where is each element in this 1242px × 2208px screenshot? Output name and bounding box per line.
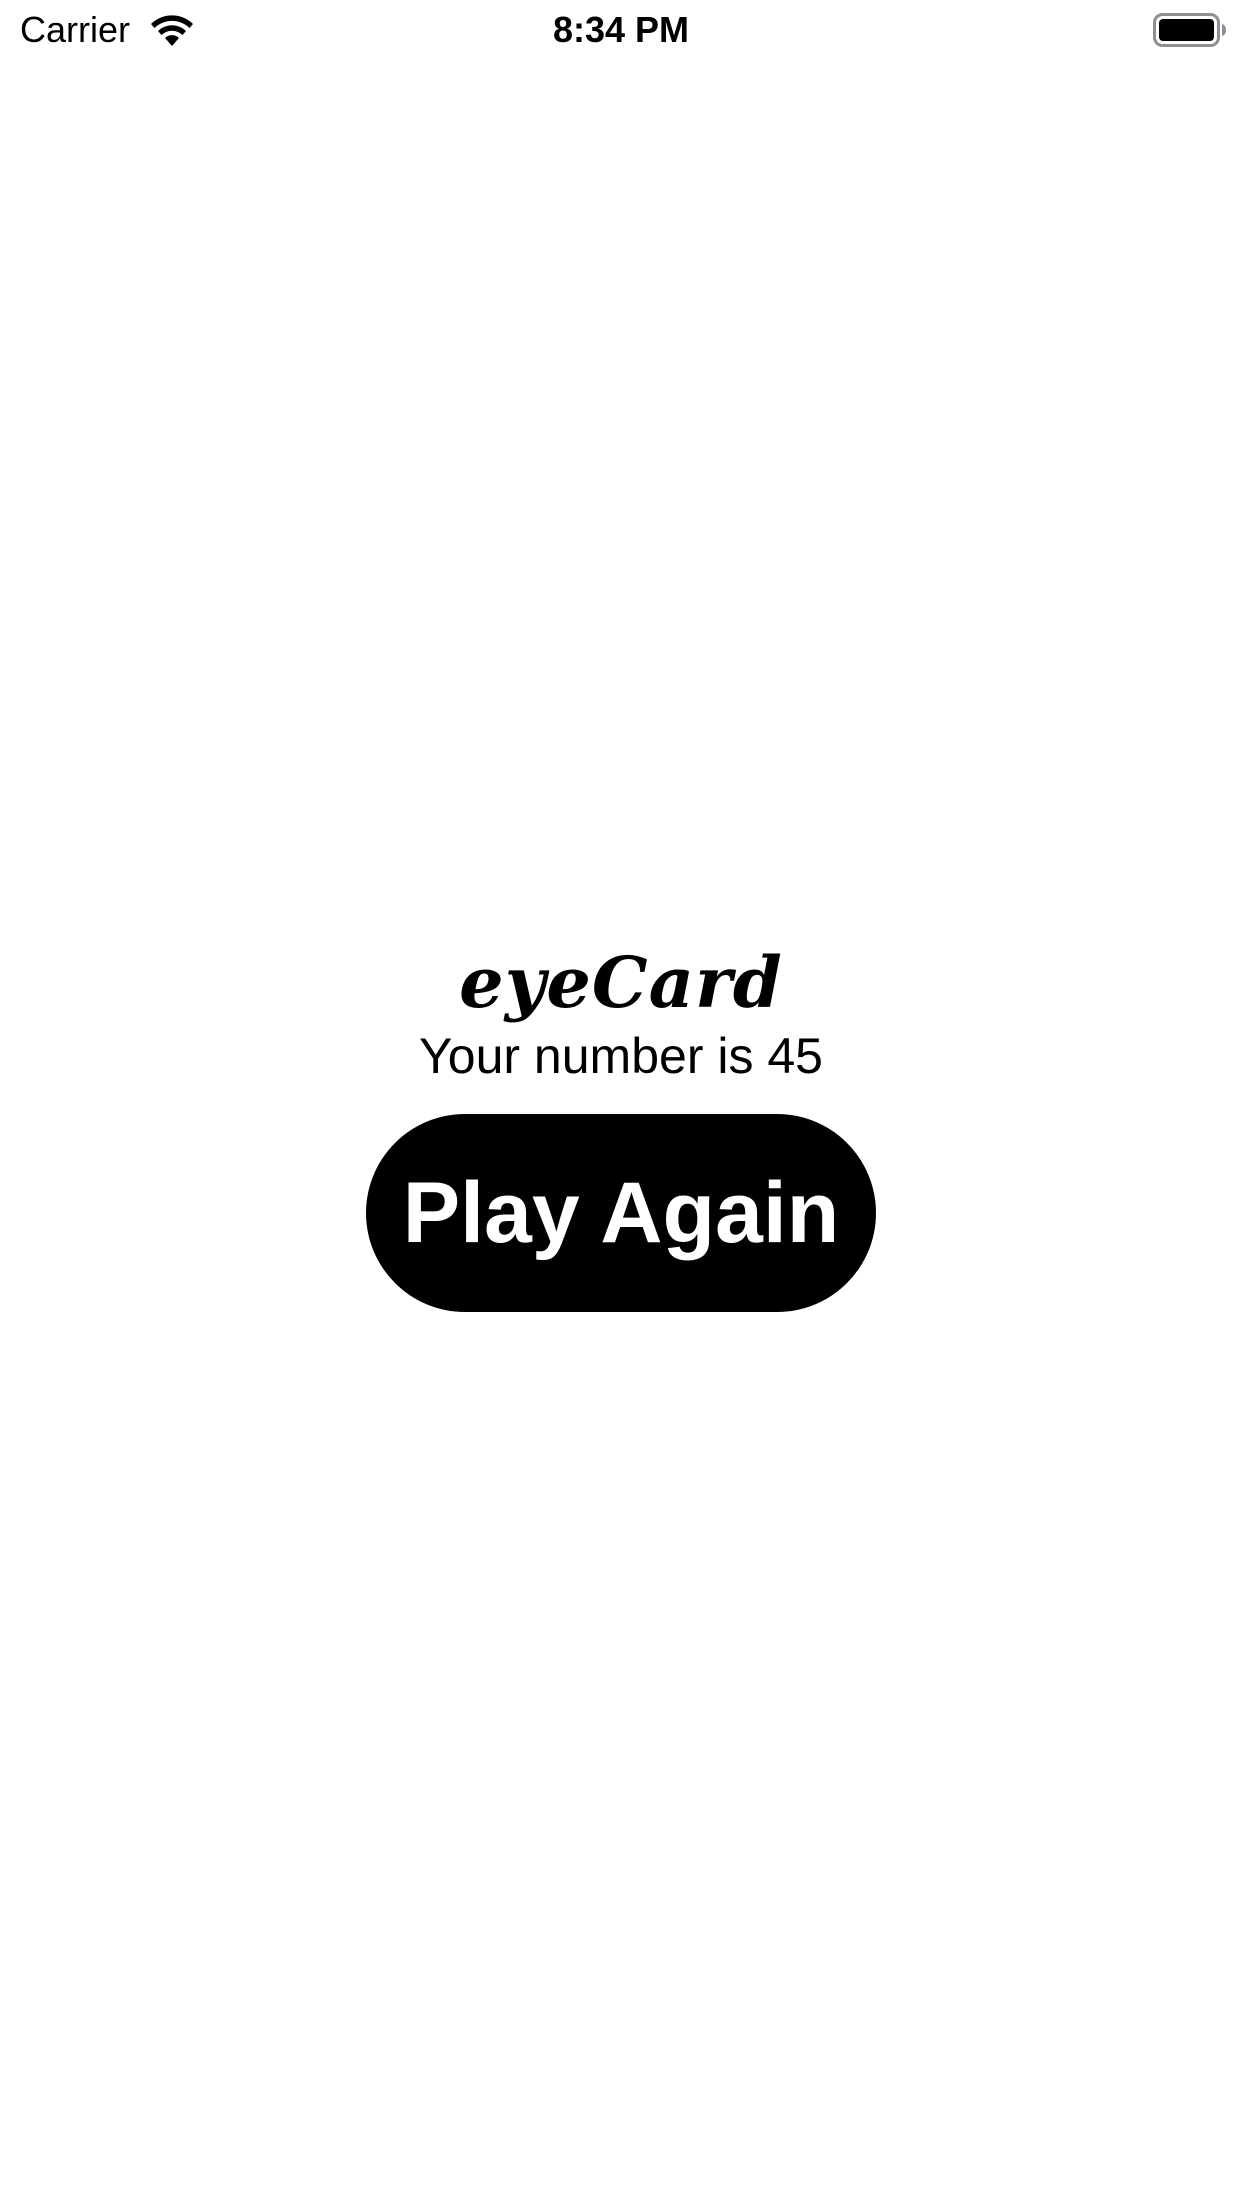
clock: 8:34 PM <box>552 9 690 50</box>
status-bar: Carrier 8:34 PM <box>0 0 1242 60</box>
play-again-button[interactable]: Play Again <box>366 1114 876 1312</box>
battery-icon <box>1153 13 1227 47</box>
app-title: eyeCard <box>459 941 783 1024</box>
result-text: Your number is 45 <box>419 1028 823 1084</box>
